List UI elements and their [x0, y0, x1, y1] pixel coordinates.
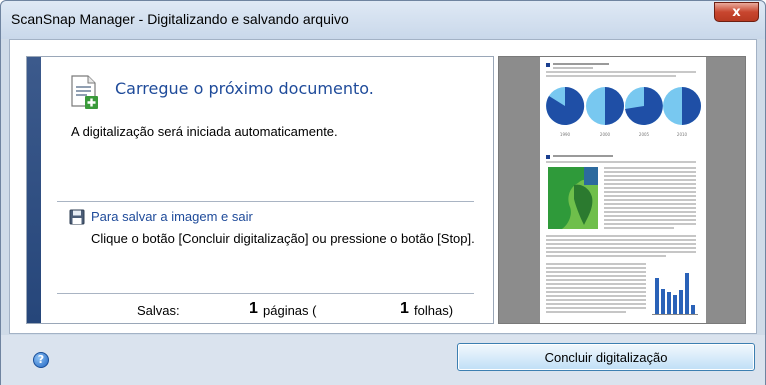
pie-label-4: 2010 [677, 132, 688, 137]
save-and-exit-description: Clique o botão [Concluir digitalização] … [91, 231, 475, 246]
close-button[interactable]: x [714, 2, 759, 22]
document-add-icon [71, 75, 98, 109]
panel-accent-bar [27, 57, 41, 323]
pie-label-1: 1990 [560, 132, 571, 137]
close-icon: x [732, 4, 741, 20]
save-and-exit-title: Para salvar a imagem e sair [91, 209, 253, 224]
help-icon[interactable]: ? [33, 352, 49, 368]
world-map-image [548, 167, 598, 229]
saved-sheets-unit: folhas) [414, 303, 454, 318]
dialog-footer: ? Concluir digitalização [1, 335, 765, 385]
divider-bottom [57, 293, 474, 294]
pie-chart-3 [625, 87, 663, 125]
window-title: ScanSnap Manager - Digitalizando e salva… [11, 11, 349, 27]
pie-chart-2 [586, 87, 624, 125]
pie-chart-1 [546, 86, 585, 125]
title-bar[interactable]: ScanSnap Manager - Digitalizando e salva… [1, 1, 765, 39]
preview-page-thumbnail: 1990 2000 2005 2010 [540, 57, 706, 323]
saved-counter: Salvas: 1 páginas ( 1 folhas) [27, 300, 493, 322]
scan-preview: 1990 2000 2005 2010 [498, 56, 746, 324]
saved-pages-unit: páginas ( [263, 303, 317, 318]
dialog-content: Carregue o próximo documento. A digitali… [9, 39, 757, 334]
status-panel: Carregue o próximo documento. A digitali… [26, 56, 494, 324]
saved-sheets-count: 1 [400, 300, 409, 317]
pie-label-3: 2005 [639, 132, 650, 137]
divider-top [57, 201, 474, 202]
finish-scanning-button[interactable]: Concluir digitalização [457, 343, 755, 371]
auto-scan-text: A digitalização será iniciada automatica… [71, 124, 338, 139]
saved-label: Salvas: [137, 303, 180, 318]
status-heading: Carregue o próximo documento. [115, 79, 374, 98]
preview-bar-chart [655, 273, 695, 314]
scan-dialog-window: ScanSnap Manager - Digitalizando e salva… [0, 0, 766, 385]
preview-page-image: 1990 2000 2005 2010 [546, 63, 701, 315]
floppy-disk-icon [69, 209, 85, 225]
pie-chart-4 [663, 87, 701, 125]
saved-pages-count: 1 [249, 300, 258, 317]
pie-label-2: 2000 [600, 132, 611, 137]
